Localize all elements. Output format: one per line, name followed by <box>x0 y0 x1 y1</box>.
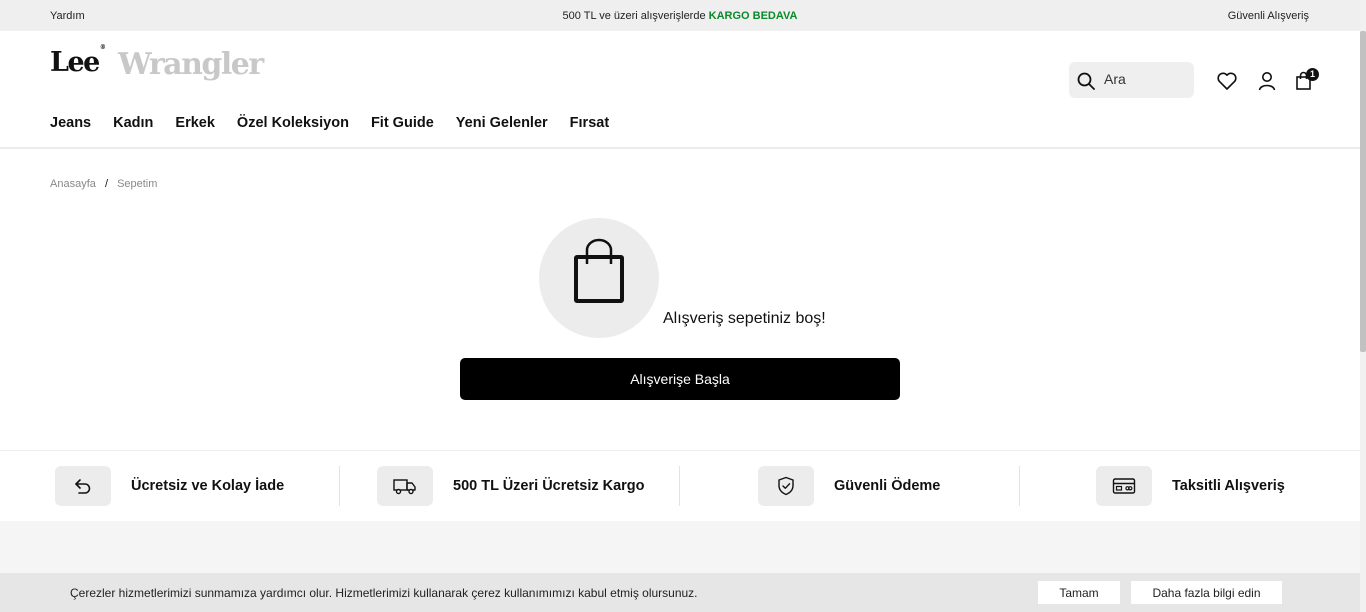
nav-item-fit-guide[interactable]: Fit Guide <box>371 115 434 131</box>
feature-label: Güvenli Ödeme <box>834 478 941 494</box>
nav-item-ozel-koleksiyon[interactable]: Özel Koleksiyon <box>237 115 349 131</box>
nav-item-jeans[interactable]: Jeans <box>50 115 91 131</box>
return-arrow-icon <box>75 479 91 494</box>
feature-divider <box>1019 466 1020 506</box>
secure-shopping-link[interactable]: Güvenli Alışveriş <box>1228 10 1309 22</box>
wrangler-logo-text: Wrangler <box>118 47 264 82</box>
search-icon <box>1077 72 1095 90</box>
promo-text: 500 TL ve üzeri alışverişlerde <box>562 10 706 22</box>
cookie-accept-button[interactable]: Tamam <box>1038 581 1120 604</box>
lee-logo[interactable]: Lee® <box>50 44 106 78</box>
nav-item-firsat[interactable]: Fırsat <box>570 115 610 131</box>
cookie-text: Çerezler hizmetlerimizi sunmamıza yardım… <box>70 586 698 600</box>
feature-secure-payment: Güvenli Ödeme <box>758 466 940 506</box>
truck-icon <box>393 479 416 495</box>
start-shopping-button[interactable]: Alışverişe Başla <box>460 358 900 400</box>
heart-icon[interactable] <box>1216 70 1238 92</box>
footer-area <box>0 521 1360 573</box>
credit-card-icon <box>1112 478 1136 494</box>
main-nav: Jeans Kadın Erkek Özel Koleksiyon Fit Gu… <box>50 115 609 131</box>
promo-banner: 500 TL ve üzeri alışverişlerde KARGO BED… <box>0 10 1360 22</box>
feature-icon-box <box>1096 466 1152 506</box>
features-strip: Ücretsiz ve Kolay İade 500 TL Üzeri Ücre… <box>0 450 1360 521</box>
feature-icon-box <box>377 466 433 506</box>
search-box[interactable] <box>1069 62 1194 98</box>
feature-free-shipping: 500 TL Üzeri Ücretsiz Kargo <box>377 466 645 506</box>
search-input[interactable] <box>1104 71 1184 87</box>
breadcrumb-separator: / <box>104 178 108 190</box>
cart-count-badge: 1 <box>1306 68 1319 81</box>
shopping-bag-icon <box>574 238 624 303</box>
cookie-more-info-button[interactable]: Daha fazla bilgi edin <box>1131 581 1282 604</box>
empty-cart-illustration <box>539 218 659 338</box>
shield-check-icon <box>778 476 794 496</box>
breadcrumb: Anasayfa / Sepetim <box>50 178 157 190</box>
cookie-banner: Çerezler hizmetlerimizi sunmamıza yardım… <box>0 573 1360 612</box>
empty-cart-message: Alışveriş sepetiniz boş! <box>663 310 826 327</box>
feature-icon-box <box>55 466 111 506</box>
feature-free-return: Ücretsiz ve Kolay İade <box>55 466 284 506</box>
site-header: Lee® Wrangler Jeans Kadın Erkek Özel Kol… <box>0 31 1360 149</box>
breadcrumb-home[interactable]: Anasayfa <box>50 178 96 190</box>
promo-highlight: KARGO BEDAVA <box>708 10 798 22</box>
wrangler-logo[interactable]: Wrangler <box>118 47 264 82</box>
feature-divider <box>339 466 340 506</box>
feature-label: Ücretsiz ve Kolay İade <box>131 478 285 494</box>
feature-label: Taksitli Alışveriş <box>1172 478 1285 494</box>
user-icon[interactable] <box>1256 70 1278 92</box>
feature-icon-box <box>758 466 814 506</box>
feature-installments: Taksitli Alışveriş <box>1096 466 1285 506</box>
breadcrumb-current: Sepetim <box>117 178 158 190</box>
feature-divider <box>679 466 680 506</box>
lee-logo-text: Lee <box>50 47 100 78</box>
feature-label: 500 TL Üzeri Ücretsiz Kargo <box>453 478 645 494</box>
nav-item-kadin[interactable]: Kadın <box>113 115 153 131</box>
nav-item-yeni-gelenler[interactable]: Yeni Gelenler <box>456 115 548 131</box>
scrollbar-thumb[interactable] <box>1360 31 1366 352</box>
nav-item-erkek[interactable]: Erkek <box>175 115 215 131</box>
top-bar: Yardım 500 TL ve üzeri alışverişlerde KA… <box>0 0 1360 31</box>
